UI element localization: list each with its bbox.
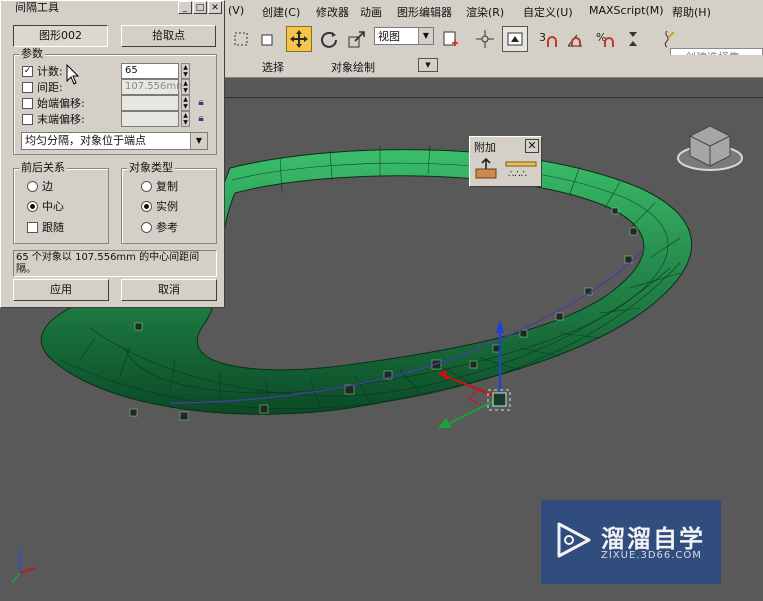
start-offset-field[interactable] — [121, 95, 179, 111]
menu-item-graph-editors[interactable]: 图形编辑器 — [397, 4, 452, 20]
pick-points-button[interactable]: 拾取点 — [121, 25, 216, 47]
start-offset-spinner-icon[interactable]: ▲ ▼ — [181, 95, 190, 111]
menu-item-animation[interactable]: 动画 — [360, 4, 382, 20]
keyboard-shortcut-override-icon[interactable] — [502, 26, 528, 52]
select-region-icon[interactable] — [228, 26, 254, 52]
count-spinner-icon[interactable]: ▲ ▼ — [181, 63, 190, 79]
object-type-reference-radio[interactable] — [141, 222, 152, 233]
object-type-instance-label: 实例 — [156, 200, 178, 213]
status-message: 65 个对象以 107.556mm 的中心间距间隔。 — [13, 250, 217, 277]
reference-coordinate-select[interactable]: 视图 ▼ — [374, 27, 434, 45]
svg-text:3: 3 — [539, 31, 546, 44]
close-icon[interactable]: ✕ — [208, 1, 222, 14]
percent-snap-icon[interactable]: % — [592, 26, 618, 52]
end-offset-spinner-icon[interactable]: ▲ ▼ — [181, 111, 190, 127]
spacing-label: 间距: — [37, 81, 63, 94]
context-edges-radio[interactable] — [27, 181, 38, 192]
pick-path-button[interactable]: 图形002 — [13, 25, 108, 47]
angle-snap-icon[interactable] — [562, 26, 588, 52]
apply-button[interactable]: 应用 — [13, 279, 109, 301]
object-type-copy-label: 复制 — [156, 180, 178, 193]
ribbon-tab-selection[interactable]: 选择 — [262, 59, 284, 75]
watermark-url: ZIXUE.3D66.COM — [601, 550, 702, 561]
object-type-reference-label: 参考 — [156, 221, 178, 234]
end-offset-checkbox[interactable] — [22, 114, 33, 125]
menu-item-maxscript[interactable]: MAXScript(M) — [589, 4, 664, 17]
spacing-tool-dialog: 间隔工具 _ □ ✕ 图形002 拾取点 参数 ✓ 计数: 65 ▲ ▼ 间距: … — [0, 0, 225, 308]
start-offset-label: 始端偏移: — [37, 97, 85, 110]
world-axis-tripod — [11, 548, 36, 584]
follow-checkbox[interactable] — [27, 222, 38, 233]
count-checkbox[interactable]: ✓ — [22, 66, 33, 77]
menu-item-modifiers[interactable]: 修改器 — [316, 4, 349, 20]
menu-item-create[interactable]: 创建(C) — [262, 4, 300, 20]
viewcube-icon — [677, 125, 743, 171]
menu-item-views[interactable]: (V) — [228, 4, 244, 17]
play-logo-icon — [557, 522, 591, 558]
lock-icon[interactable]: 🔒︎ — [195, 96, 207, 110]
rotate-icon[interactable] — [316, 26, 342, 52]
spacing-checkbox[interactable] — [22, 82, 33, 93]
context-edges-label: 边 — [42, 180, 53, 193]
attach-toolbar: 附加 ✕ ∴∴∴ — [469, 136, 542, 187]
array-spacing-icon[interactable]: ∴∴∴ — [504, 157, 538, 181]
count-field[interactable]: 65 — [121, 63, 179, 79]
snaps-toggle-icon[interactable]: 3 — [536, 26, 562, 52]
scale-icon[interactable] — [344, 26, 370, 52]
dialog-title: 间隔工具 — [15, 1, 59, 14]
object-type-copy-radio[interactable] — [141, 181, 152, 192]
close-icon[interactable]: ✕ — [525, 139, 539, 153]
count-label: 计数: — [37, 65, 63, 78]
context-centers-radio[interactable] — [27, 201, 38, 212]
start-offset-checkbox[interactable] — [22, 98, 33, 109]
watermark-brand: 溜溜自学 — [601, 525, 705, 553]
end-offset-field[interactable] — [121, 111, 179, 127]
context-centers-label: 中心 — [42, 200, 64, 213]
watermark-logo: 溜溜自学 ZIXUE.3D66.COM — [541, 500, 721, 584]
move-icon[interactable] — [286, 26, 312, 52]
window-crossing-icon[interactable] — [254, 26, 280, 52]
distribution-select[interactable]: 均匀分隔，对象位于端点 ▼ — [21, 132, 208, 150]
cancel-button[interactable]: 取消 — [121, 279, 217, 301]
mouse-cursor-icon — [66, 64, 80, 85]
chevron-down-icon: ▼ — [418, 28, 433, 44]
svg-text:∴∴∴: ∴∴∴ — [508, 169, 527, 180]
menu-item-rendering[interactable]: 渲染(R) — [466, 4, 504, 20]
chevron-down-icon: ▼ — [190, 133, 207, 149]
pivot-point-icon[interactable] — [438, 26, 464, 52]
follow-label: 跟随 — [42, 221, 64, 234]
lock-icon[interactable]: 🔒︎ — [195, 112, 207, 126]
parameters-label: 参数 — [19, 47, 45, 60]
context-group-label: 前后关系 — [19, 161, 67, 174]
spacing-spinner-icon[interactable]: ▲ ▼ — [181, 79, 190, 95]
object-type-group-label: 对象类型 — [127, 161, 175, 174]
menu-item-customize[interactable]: 自定义(U) — [523, 4, 573, 20]
spinner-snap-icon[interactable] — [620, 26, 646, 52]
minimize-icon[interactable]: _ — [178, 1, 192, 14]
align-icon[interactable] — [474, 157, 498, 181]
spacing-field[interactable]: 107.556mm — [121, 79, 186, 95]
menu-item-help[interactable]: 帮助(H) — [672, 4, 711, 20]
maximize-icon[interactable]: □ — [193, 1, 207, 14]
ribbon-options-icon[interactable]: ▼ — [418, 58, 438, 72]
end-offset-label: 末端偏移: — [37, 113, 85, 126]
object-type-instance-radio[interactable] — [141, 201, 152, 212]
attach-toolbar-title: 附加 — [474, 141, 496, 154]
ribbon-tab-object-paint[interactable]: 对象绘制 — [331, 59, 375, 75]
select-manipulate-icon[interactable] — [472, 26, 498, 52]
